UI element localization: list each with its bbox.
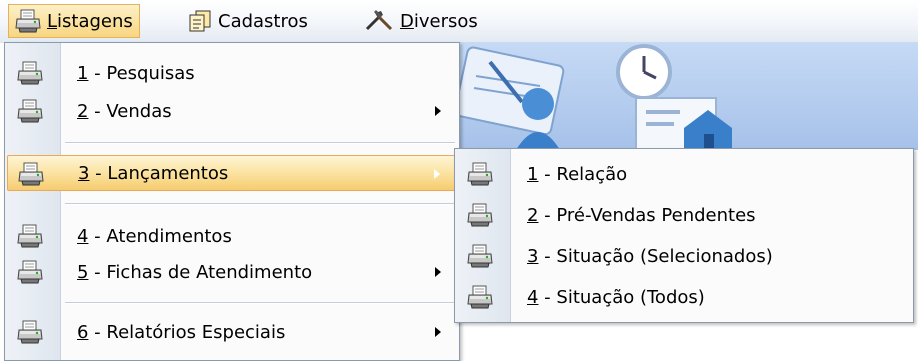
menu-item-relatorios-especiais[interactable]: 6 - Relatórios Especiais — [7, 314, 457, 350]
printer-icon — [467, 285, 493, 309]
menu-cadastros[interactable]: Cadastros — [182, 4, 314, 38]
app-banner-illustration — [454, 44, 732, 151]
menu-item-label: 2 - Pré-Vendas Pendentes — [527, 204, 756, 226]
lancamentos-submenu: 1 - Relação 2 - Pré-Vendas Pendentes 3 -… — [454, 148, 914, 323]
menu-item-label: 4 - Atendimentos — [77, 225, 232, 247]
menu-separator — [65, 302, 455, 304]
submenu-arrow-icon — [435, 106, 441, 116]
menu-bar: Listagens Cadastros Diversos — [0, 0, 918, 43]
submenu-item-situacao-todos[interactable]: 4 - Situação (Todos) — [457, 279, 911, 315]
form-icon — [189, 10, 211, 32]
menu-item-atendimentos[interactable]: 4 - Atendimentos — [7, 218, 457, 254]
app-header-banner — [454, 42, 918, 151]
menu-item-vendas[interactable]: 2 - Vendas — [7, 93, 457, 129]
menu-item-label: 3 - Lançamentos — [78, 162, 229, 184]
menu-item-pesquisas[interactable]: 1 - Pesquisas — [7, 55, 457, 91]
menu-listagens-label: Listagens — [47, 10, 133, 32]
tools-icon — [365, 10, 393, 31]
printer-icon — [467, 162, 493, 186]
printer-icon — [18, 162, 44, 186]
menu-item-label: 1 - Relação — [527, 163, 628, 185]
menu-item-label: 1 - Pesquisas — [77, 62, 195, 84]
printer-icon — [17, 224, 43, 248]
menu-diversos-label: Diversos — [400, 10, 478, 32]
submenu-item-relacao[interactable]: 1 - Relação — [457, 156, 911, 192]
menu-item-label: 2 - Vendas — [77, 100, 172, 122]
printer-icon — [467, 203, 493, 227]
menu-item-label: 3 - Situação (Selecionados) — [527, 245, 773, 267]
menu-cadastros-label: Cadastros — [218, 10, 308, 32]
menu-item-lancamentos[interactable]: 3 - Lançamentos — [7, 155, 457, 191]
menu-item-label: 4 - Situação (Todos) — [527, 286, 705, 308]
printer-icon — [17, 61, 43, 85]
submenu-arrow-icon — [434, 169, 440, 179]
printer-icon — [17, 320, 43, 344]
menu-listagens[interactable]: Listagens — [8, 4, 140, 38]
menu-item-label: 6 - Relatórios Especiais — [77, 321, 286, 343]
printer-icon — [17, 260, 43, 284]
menu-diversos[interactable]: Diversos — [358, 4, 484, 38]
menu-separator — [65, 203, 455, 205]
printer-icon — [17, 99, 43, 123]
submenu-item-pre-vendas-pendentes[interactable]: 2 - Pré-Vendas Pendentes — [457, 197, 911, 233]
submenu-item-situacao-selecionados[interactable]: 3 - Situação (Selecionados) — [457, 238, 911, 274]
printer-icon — [15, 9, 41, 33]
menu-separator — [65, 142, 455, 144]
menu-item-fichas-de-atendimento[interactable]: 5 - Fichas de Atendimento — [7, 254, 457, 290]
submenu-arrow-icon — [435, 267, 441, 277]
submenu-arrow-icon — [435, 327, 441, 337]
menu-item-label: 5 - Fichas de Atendimento — [77, 261, 313, 283]
listagens-dropdown: 1 - Pesquisas 2 - Vendas 3 - Lançamentos… — [4, 42, 460, 361]
printer-icon — [467, 244, 493, 268]
